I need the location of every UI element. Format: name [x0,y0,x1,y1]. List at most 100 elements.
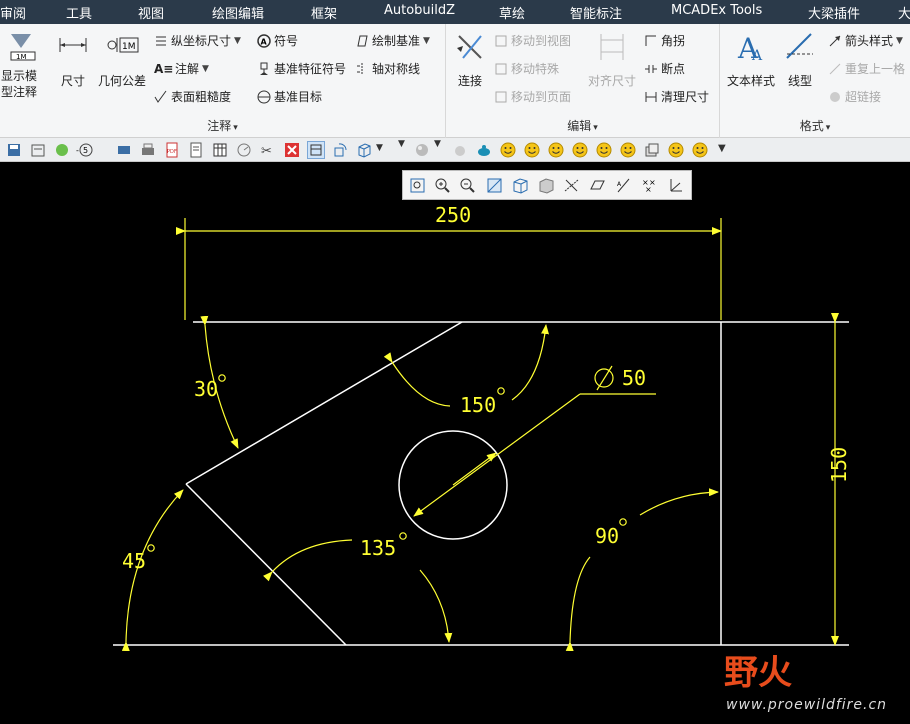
geo-tolerance-button[interactable]: 1M 几何公差 [96,30,148,89]
chevron-down-icon[interactable]: ▼ [398,139,405,149]
datum-axis-icon[interactable] [563,177,580,194]
coordinate-system-icon[interactable] [667,177,684,194]
zoom-fit-icon[interactable] [409,177,426,194]
table-icon[interactable] [212,142,228,158]
scissors-icon[interactable]: ✂ [260,142,276,158]
close-icon[interactable] [284,142,300,158]
menu-autobuildz[interactable]: AutobuildZ [384,3,455,18]
zoom-out-icon[interactable] [459,177,476,194]
smiley-icon[interactable] [596,142,612,158]
ordinate-dim-button[interactable]: 纵坐标尺寸 ▼ [154,32,241,49]
zoom-in-icon[interactable] [434,177,451,194]
open-icon[interactable] [30,142,46,158]
pdf-icon[interactable]: PDF [164,142,180,158]
move-special-button[interactable]: 移动特殊 [494,60,559,77]
document-icon[interactable] [188,142,204,158]
format-group-title[interactable]: 格式 ▾ [720,117,910,134]
note-button[interactable]: A≡ 注解 ▼ [154,60,209,77]
hyperlink-button[interactable]: 超链接 [828,88,881,105]
arrow-icon [828,34,842,48]
chevron-down-icon: ▼ [234,35,241,46]
chevron-down-icon[interactable]: ▼ [376,143,383,153]
corner-button[interactable]: 角拐 [644,32,685,49]
layers-icon[interactable] [644,142,660,158]
repeat-last-button[interactable]: 重复上一格 [828,60,910,77]
gauge-icon[interactable] [236,142,252,158]
view-cube-icon[interactable] [512,177,529,194]
angle-90-text[interactable]: 90 [595,524,619,548]
angle-45-text[interactable]: 45 [122,549,146,573]
layer-number-icon[interactable]: 5- [76,142,98,158]
datum-target-button[interactable]: 基准目标 [257,88,322,105]
edit-group-title[interactable]: 编辑 ▾ [446,117,719,134]
smiley-icon[interactable] [500,142,516,158]
smiley-icon[interactable] [524,142,540,158]
menu-mcadex-tools[interactable]: MCADEx Tools [671,3,762,18]
move-to-page-button[interactable]: 移动到页面 [494,88,571,105]
sphere-icon[interactable] [54,142,70,158]
frame-select-icon[interactable] [307,141,325,159]
annotate-group-title[interactable]: 注释 ▾ [0,117,445,134]
menu-sketch[interactable]: 草绘 [499,3,525,22]
printer-icon[interactable] [140,142,156,158]
menu-more[interactable]: 大 [898,3,910,22]
move-special-icon [494,62,508,76]
smiley-icon[interactable] [668,142,684,158]
datum-plane-icon[interactable] [589,177,606,194]
datum-point-icon[interactable]: × ×× [641,177,658,194]
print-preview-icon[interactable] [116,142,132,158]
datum-feature-symbol-button[interactable]: 基准特征符号 [257,60,346,77]
appearance-icon[interactable] [452,142,468,158]
symbol-button[interactable]: A 符号 [257,32,298,49]
smiley-icon[interactable] [548,142,564,158]
dim-width-text[interactable]: 250 [435,203,471,227]
save-icon[interactable] [6,142,22,158]
show-model-annotation-button[interactable]: 1M 显示模型注释 [0,30,46,100]
drawing-canvas[interactable]: 250 150 50 30 150 45 135 90 [0,162,910,724]
menu-beam-plugin[interactable]: 大梁插件 [808,3,860,22]
text-style-button[interactable]: A A 文本样式 [724,30,778,89]
move-to-view-button[interactable]: 移动到视图 [494,32,571,49]
menu-review[interactable]: 审阅 [0,3,26,22]
menu-frame[interactable]: 框架 [311,3,337,22]
datum-axis-display-icon[interactable]: A [615,177,632,194]
dim-height-text[interactable]: 150 [827,447,851,483]
smiley-icon[interactable] [692,142,708,158]
arrow-style-button[interactable]: 箭头样式 ▼ [828,32,903,49]
display-style-icon[interactable] [538,177,555,194]
smiley-icon[interactable] [620,142,636,158]
rotate-icon[interactable] [332,142,348,158]
menu-tools[interactable]: 工具 [66,3,92,22]
align-dim-button[interactable]: 对齐尺寸 [584,30,640,89]
surface-finish-button[interactable]: 表面粗糙度 [154,88,231,105]
dimension-button[interactable]: 尺寸 [55,30,91,89]
format-group: A A 文本样式 线型 箭头样式 ▼ 重复上一格 超链接 格式 ▾ [720,24,910,138]
draw-datum-button[interactable]: 绘制基准 ▼ [355,32,430,49]
view-toolbar: A × × × [402,170,692,200]
teapot-icon[interactable] [476,142,492,158]
menu-smart-dim[interactable]: 智能标注 [570,3,622,22]
angle-30-text[interactable]: 30 [194,377,218,401]
dimensions [121,218,839,652]
dim-diameter-text[interactable]: 50 [622,366,646,390]
move-view-icon [494,34,508,48]
shading-sphere-icon[interactable] [414,142,430,158]
angle-150-text[interactable]: 150 [460,393,496,417]
line-style-button[interactable]: 线型 [782,30,818,89]
menu-view[interactable]: 视图 [138,3,164,22]
toolbar-overflow-icon[interactable]: ▼ [718,143,726,154]
clean-dim-button[interactable]: 清理尺寸 [644,88,709,105]
degree-mark [619,518,627,526]
smiley-icon[interactable] [572,142,588,158]
breakpoint-button[interactable]: 断点 [644,60,685,77]
repaint-icon[interactable] [486,177,503,194]
axis-symmetric-button[interactable]: 轴对称线 [355,60,420,77]
chevron-down-icon: ▼ [896,35,903,46]
chevron-down-icon[interactable]: ▼ [434,139,441,149]
connect-button[interactable]: 连接 [450,30,490,89]
angle-135-text[interactable]: 135 [360,536,396,560]
cube-view-icon[interactable] [356,142,372,158]
repeat-icon [828,62,842,76]
menu-drawing-edit[interactable]: 绘图编辑 [212,3,264,22]
drawing-svg: 250 150 50 30 150 45 135 90 [113,203,851,652]
